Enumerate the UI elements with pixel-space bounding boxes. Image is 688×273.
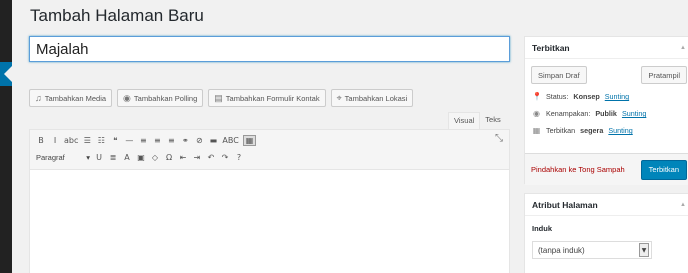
media-icon: ♫ xyxy=(35,93,42,103)
distraction-free-icon[interactable]: ⤡ xyxy=(495,133,503,144)
edit-schedule-link[interactable]: Sunting xyxy=(608,126,632,135)
numbered-list-icon[interactable]: ☷ xyxy=(96,136,106,145)
status-value: Konsep xyxy=(573,92,600,101)
add-poll-button[interactable]: ◉ Tambahkan Polling xyxy=(117,89,204,107)
editor-mode-tabs: Visual Teks xyxy=(448,112,506,129)
publish-actions: Simpan Draf Pratampil xyxy=(525,59,688,88)
blockquote-icon[interactable]: ❝ xyxy=(110,136,120,145)
align-left-icon[interactable]: ≡ xyxy=(138,136,148,145)
location-icon: ⌖ xyxy=(336,92,342,103)
publish-box-title: Terbitkan xyxy=(532,42,570,53)
page-title: Tambah Halaman Baru xyxy=(30,6,204,25)
major-publishing-actions: Pindahkan ke Tong Sampah Terbitkan xyxy=(525,153,688,185)
clear-format-icon[interactable]: ◇ xyxy=(150,153,160,162)
add-location-button[interactable]: ⌖ Tambahkan Lokasi xyxy=(330,89,414,107)
schedule-row: ▦ Terbitkan segera Sunting xyxy=(525,122,688,139)
publish-button[interactable]: Terbitkan xyxy=(640,159,687,180)
page-attributes-header[interactable]: Atribut Halaman ▲ xyxy=(525,194,688,216)
chevron-down-icon: ▾ xyxy=(86,153,90,162)
add-media-label: Tambahkan Media xyxy=(44,93,107,103)
link-icon[interactable]: ⚭ xyxy=(180,136,190,145)
unlink-icon[interactable]: ⊘ xyxy=(194,136,204,145)
form-icon: ▤ xyxy=(214,92,223,103)
add-poll-label: Tambahkan Polling xyxy=(133,93,198,103)
edit-status-link[interactable]: Sunting xyxy=(605,92,629,101)
status-row: 📍 Status: Konsep Sunting xyxy=(525,88,688,105)
edit-visibility-link[interactable]: Sunting xyxy=(622,109,646,118)
redo-icon[interactable]: ↷ xyxy=(220,153,230,162)
align-right-icon[interactable]: ≡ xyxy=(166,136,176,145)
collapse-arrow-icon[interactable]: ▲ xyxy=(680,45,686,51)
add-location-label: Tambahkan Lokasi xyxy=(344,93,408,103)
toolbar-row-2: Paragraf ▾ U ≣ A ▣ ◇ Ω ⇤ ⇥ ↶ ↷? xyxy=(36,149,503,166)
add-contact-form-label: Tambahkan Formulir Kontak xyxy=(225,93,320,103)
chevron-down-icon: ▼ xyxy=(639,243,649,257)
read-more-icon[interactable]: ▬ xyxy=(208,136,218,145)
spellcheck-icon[interactable]: ABC xyxy=(222,136,238,145)
paste-text-icon[interactable]: ▣ xyxy=(136,153,146,162)
horizontal-line-icon[interactable]: — xyxy=(124,136,134,145)
save-draft-button[interactable]: Simpan Draf xyxy=(531,66,587,84)
poll-icon: ◉ xyxy=(123,92,131,103)
page-attributes-title: Atribut Halaman xyxy=(532,199,598,210)
add-contact-form-button[interactable]: ▤ Tambahkan Formulir Kontak xyxy=(208,89,326,107)
tab-visual[interactable]: Visual xyxy=(448,112,481,129)
status-label: Status: xyxy=(546,92,569,101)
schedule-value: segera xyxy=(580,126,604,135)
align-center-icon[interactable]: ≡ xyxy=(152,136,162,145)
bullet-list-icon[interactable]: ☰ xyxy=(82,136,92,145)
post-title-input[interactable] xyxy=(29,36,510,62)
undo-icon[interactable]: ↶ xyxy=(206,153,216,162)
tab-text[interactable]: Teks xyxy=(480,112,505,129)
move-to-trash-link[interactable]: Pindahkan ke Tong Sampah xyxy=(531,165,625,174)
text-color-icon[interactable]: A xyxy=(122,153,132,162)
editor-toolbar: B Iabc ☰ ☷ ❝ — ≡ ≡ ≡ ⚭ ⊘ ▬ ABC ▦ Paragraf ▾ U ≣ A ▣ ◇ Ω ⇤ ⇥ ↶ ↷… xyxy=(30,130,509,170)
visibility-value: Publik xyxy=(595,109,617,118)
format-select-value: Paragraf xyxy=(36,153,65,162)
strikethrough-icon[interactable]: abc xyxy=(64,136,78,145)
visibility-row: ◉ Kenampakan: Publik Sunting xyxy=(525,105,688,122)
outdent-icon[interactable]: ⇤ xyxy=(178,153,188,162)
eye-icon: ◉ xyxy=(533,109,540,118)
pin-icon: 📍 xyxy=(532,92,542,101)
schedule-label: Terbitkan xyxy=(546,126,576,135)
current-menu-arrow-icon xyxy=(4,66,12,82)
media-buttons: ♫ Tambahkan Media ◉ Tambahkan Polling ▤ Tam… xyxy=(29,89,414,107)
publish-box-header[interactable]: Terbitkan ▲ xyxy=(525,37,688,59)
toolbar-row-1: B Iabc ☰ ☷ ❝ — ≡ ≡ ≡ ⚭ ⊘ ▬ ABC ▦ xyxy=(36,132,503,149)
indent-icon[interactable]: ⇥ xyxy=(192,153,202,162)
help-icon[interactable]: ? xyxy=(234,153,244,162)
preview-button[interactable]: Pratampil xyxy=(641,66,687,84)
toolbar-toggle-icon[interactable]: ▦ xyxy=(242,135,257,146)
special-char-icon[interactable]: Ω xyxy=(164,153,174,162)
editor-content-area[interactable] xyxy=(30,170,509,273)
format-select[interactable]: Paragraf ▾ xyxy=(36,153,90,162)
bold-icon[interactable]: B xyxy=(36,136,46,145)
add-media-button[interactable]: ♫ Tambahkan Media xyxy=(29,89,113,107)
parent-label: Induk xyxy=(532,224,552,233)
justify-icon[interactable]: ≣ xyxy=(108,153,118,162)
visibility-label: Kenampakan: xyxy=(546,109,591,118)
page-attributes-box: Atribut Halaman ▲ Induk (tanpa induk) ▼ xyxy=(524,193,688,273)
parent-select-value: (tanpa induk) xyxy=(538,245,585,255)
collapse-arrow-icon[interactable]: ▲ xyxy=(680,202,686,208)
publish-box: Terbitkan ▲ Simpan Draf Pratampil 📍 Statu… xyxy=(524,36,688,185)
parent-select[interactable]: (tanpa induk) ▼ xyxy=(532,241,652,259)
content-editor: B Iabc ☰ ☷ ❝ — ≡ ≡ ≡ ⚭ ⊘ ▬ ABC ▦ Paragraf ▾ U ≣ A ▣ ◇ Ω ⇤ ⇥ ↶ ↷… xyxy=(29,129,510,273)
calendar-icon: ▦ xyxy=(532,126,541,135)
underline-icon[interactable]: U xyxy=(94,153,104,162)
admin-menu-strip xyxy=(0,0,12,273)
italic-icon[interactable]: I xyxy=(50,136,60,145)
